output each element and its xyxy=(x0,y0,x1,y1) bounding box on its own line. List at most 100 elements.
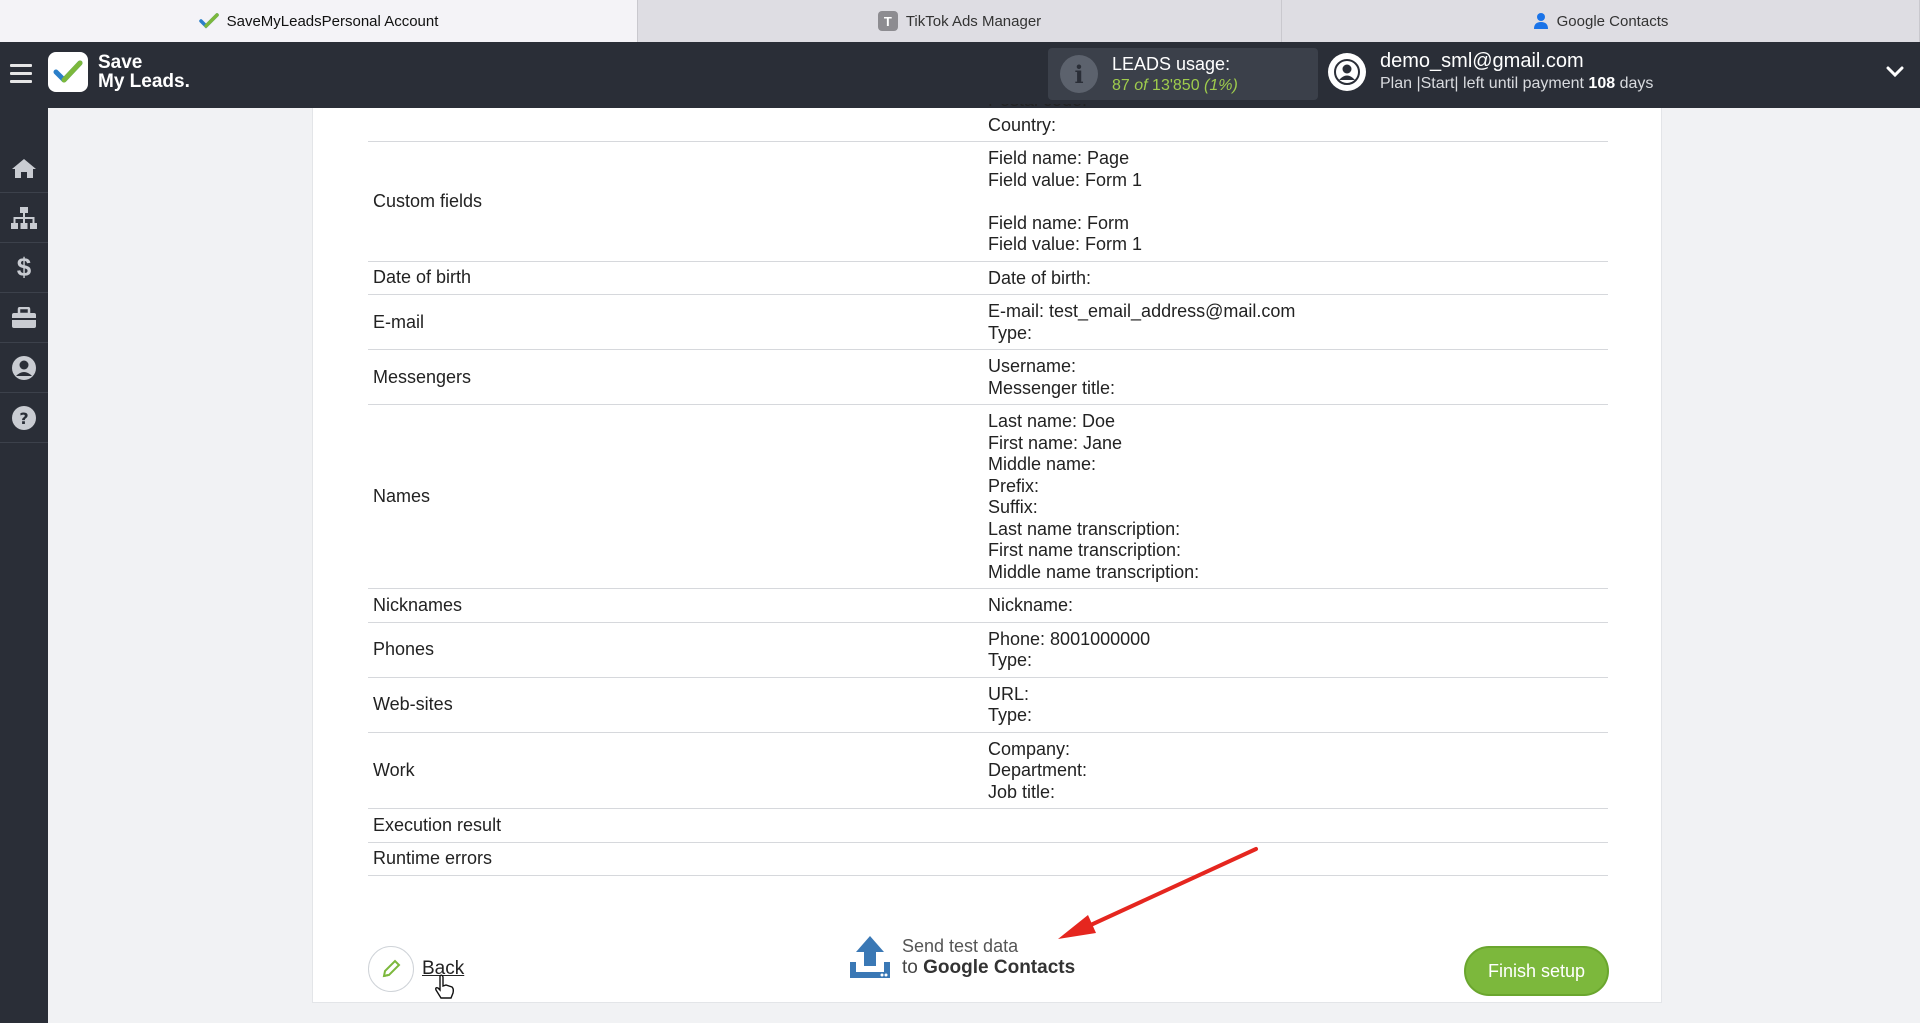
sidebar-item-profile[interactable] xyxy=(0,343,48,393)
logo-line-2: My Leads. xyxy=(98,71,190,92)
svg-text:?: ? xyxy=(19,409,28,428)
table-row: Custom fields Field name: Page Field value… xyxy=(368,142,1608,262)
value-line xyxy=(988,191,1608,213)
value-line: Last name transcription: xyxy=(988,518,1181,539)
browser-tab-label: Google Contacts xyxy=(1556,12,1669,30)
user-avatar-icon xyxy=(1328,52,1366,91)
home-icon xyxy=(12,158,36,178)
table-cell-key: Execution result xyxy=(373,814,502,835)
dollar-icon: $ xyxy=(16,252,32,282)
table-cell-key: Web-sites xyxy=(373,694,453,714)
value-line xyxy=(988,815,1608,837)
send-test-data-button[interactable]: Send test data to Google Contacts xyxy=(848,934,1075,980)
browser-tab-tiktok[interactable]: T TikTok Ads Manager xyxy=(638,0,1282,42)
table-row: Runtime errors xyxy=(368,843,1608,876)
help-icon: ? xyxy=(12,405,36,430)
table-row: Names Last name: Doe First name: Jane Middl… xyxy=(368,405,1608,589)
value-line: Type: xyxy=(988,650,1033,670)
value-line: Job title: xyxy=(988,781,1056,802)
value-line: Last name: Doe xyxy=(988,411,1116,431)
value-line: Type: xyxy=(988,322,1033,343)
app-logo[interactable]: Save My Leads. xyxy=(48,52,190,92)
table-cell-key: Custom fields xyxy=(373,190,483,211)
table-cell-value: E-mail: test_email_address@mail.com Type: xyxy=(988,295,1608,349)
table-cell-key: E-mail xyxy=(373,311,425,332)
leads-usage-title: LEADS usage: xyxy=(1112,53,1231,74)
table-row: Nicknames Nickname: xyxy=(368,589,1608,623)
table-cell-value: Last name: Doe First name: Jane Middle nam… xyxy=(988,405,1608,588)
leads-usage-count: 87 of 13'850 (1%) xyxy=(1112,76,1238,94)
table-cell-value: Nickname: xyxy=(988,589,1608,622)
value-line: Phone: 8001000000 xyxy=(988,628,1151,649)
back-button[interactable] xyxy=(368,946,414,992)
table-cell-key: Names xyxy=(373,486,431,506)
google-contacts-person-icon xyxy=(1533,13,1548,29)
pencil-icon xyxy=(382,959,401,978)
sidebar-item-billing[interactable]: $ xyxy=(0,243,48,293)
sidebar-item-help[interactable]: ? xyxy=(0,393,48,443)
table-cell-value xyxy=(988,809,1608,842)
send-test-data-line2: to Google Contacts xyxy=(902,956,1076,978)
table-cell-value: Company: Department: Job title: xyxy=(988,733,1608,809)
finish-setup-button[interactable]: Finish setup xyxy=(1464,946,1609,996)
table-cell-value: Country: xyxy=(988,115,1057,135)
value-line: Field name: Form xyxy=(988,212,1130,233)
value-line: Prefix: xyxy=(988,475,1040,496)
table-cell-value: Username: Messenger title: xyxy=(988,350,1608,404)
user-account[interactable]: demo_sml@gmail.com Plan |Start| left unt… xyxy=(1328,50,1653,93)
sidebar-item-home[interactable] xyxy=(0,143,48,193)
value-line: Username: xyxy=(988,356,1077,376)
value-line: Department: xyxy=(988,760,1088,780)
table-cell-value: URL: Type: xyxy=(988,678,1608,732)
browser-tab-savemyleads[interactable]: SaveMyLeadsPersonal Account xyxy=(0,0,638,42)
logo-check-icon xyxy=(48,52,88,92)
plan-info: Plan |Start| left until payment 108 days xyxy=(1380,75,1654,92)
leads-usage-panel: i LEADS usage: 87 of 13'850 (1%) xyxy=(1048,48,1318,100)
app-header: Save My Leads. i LEADS usage: 87 of 13'8… xyxy=(0,42,1920,108)
value-line: First name transcription: xyxy=(988,540,1182,560)
table-cell-value: Field name: Page Field value: Form 1 Fiel… xyxy=(988,142,1608,261)
savemyleads-check-icon xyxy=(198,13,219,29)
value-line: Nickname: xyxy=(988,595,1074,615)
tiktok-t-icon: T xyxy=(877,11,898,31)
sidebar: $ ? xyxy=(0,108,48,1023)
data-preview-card: Postal code: Country: Custom fieldsField… xyxy=(312,104,1663,1003)
value-line: Suffix: xyxy=(988,497,1038,517)
table-row: Messengers Username: Messenger title: xyxy=(368,350,1608,405)
value-line: Field value: Form 1 xyxy=(988,234,1143,254)
hand-cursor-icon xyxy=(435,974,455,999)
sidebar-item-connections[interactable] xyxy=(0,193,48,243)
value-line: Company: xyxy=(988,738,1071,759)
annotation-arrow-icon xyxy=(1058,847,1258,939)
sitemap-icon xyxy=(11,206,37,229)
logo-line-1: Save xyxy=(98,52,143,73)
table-row: Date of birth Date of birth: xyxy=(368,262,1608,295)
value-line: Middle name: xyxy=(988,454,1097,474)
table-cell-key: Date of birth xyxy=(373,267,472,288)
briefcase-icon xyxy=(12,306,36,328)
table-row: Web-sites URL: Type: xyxy=(368,678,1608,733)
table-row: Phones Phone: 8001000000 Type: xyxy=(368,623,1608,678)
browser-tab-label: SaveMyLeadsPersonal Account xyxy=(226,12,439,30)
sidebar-item-tools[interactable] xyxy=(0,293,48,343)
upload-icon xyxy=(850,936,890,978)
value-line: Middle name transcription: xyxy=(988,561,1200,582)
value-line: Field name: Page xyxy=(988,148,1130,168)
table-cell-key: Runtime errors xyxy=(373,848,493,869)
field-mapping-table: Postal code: Country: Custom fieldsField… xyxy=(368,104,1608,876)
value-line: Date of birth: xyxy=(988,267,1092,288)
table-cell-key: Nicknames xyxy=(373,594,463,615)
menu-icon[interactable] xyxy=(10,64,32,84)
chevron-down-icon[interactable] xyxy=(1886,66,1904,78)
setup-footer: Back Send test data to Google Contacts F… xyxy=(313,920,1663,1000)
value-line: URL: xyxy=(988,683,1030,704)
table-cell-key: Phones xyxy=(373,639,435,659)
table-cell-value: Date of birth: xyxy=(988,262,1608,295)
value-line: Type: xyxy=(988,705,1033,725)
value-line: Field value: Form 1 xyxy=(988,169,1143,190)
table-cell-value: Phone: 8001000000 Type: xyxy=(988,623,1608,677)
value-line: First name: Jane xyxy=(988,432,1123,453)
table-row: Execution result xyxy=(368,809,1608,843)
value-line: E-mail: test_email_address@mail.com xyxy=(988,301,1296,321)
browser-tab-google-contacts[interactable]: Google Contacts xyxy=(1282,0,1920,42)
